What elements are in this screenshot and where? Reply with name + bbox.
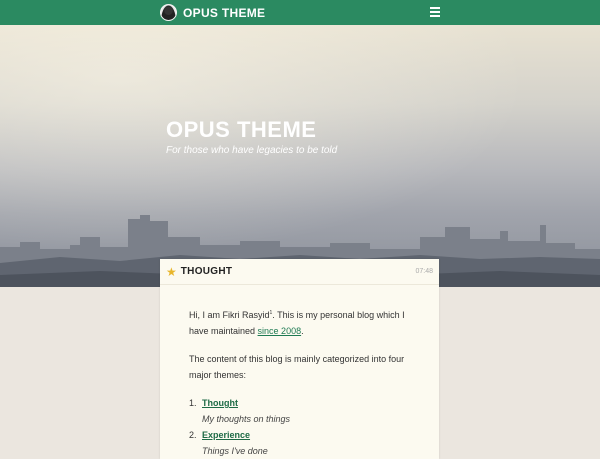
- list-number: 2.: [189, 430, 197, 440]
- star-icon: ★: [166, 264, 177, 279]
- post-card-header: ★ THOUGHT 07:48: [160, 259, 439, 285]
- avatar-icon: [160, 4, 177, 21]
- top-navigation-bar: OPUS THEME: [0, 0, 600, 25]
- themes-list: 1. Thought My thoughts on things 2. Expe…: [189, 395, 411, 459]
- site-brand-link[interactable]: OPUS THEME: [160, 4, 265, 21]
- theme-link-experience[interactable]: Experience: [202, 427, 250, 443]
- hero-banner: OPUS THEME For those who have legacies t…: [0, 25, 600, 287]
- intro-paragraph: Hi, I am Fikri Rasyid1. This is my perso…: [189, 305, 411, 339]
- theme-link-thought[interactable]: Thought: [202, 395, 238, 411]
- theme-description: My thoughts on things: [202, 414, 291, 424]
- intro-text: Hi, I am Fikri Rasyid: [189, 310, 270, 320]
- content-paragraph: The content of this blog is mainly categ…: [189, 354, 405, 380]
- since-2008-link[interactable]: since 2008: [258, 326, 302, 336]
- post-time[interactable]: 07:48: [415, 268, 433, 275]
- post-card: ★ THOUGHT 07:48 Hi, I am Fikri Rasyid1. …: [160, 259, 439, 459]
- list-item: 1. Thought: [189, 395, 411, 411]
- post-content: Hi, I am Fikri Rasyid1. This is my perso…: [160, 285, 439, 459]
- list-item: 2. Experience: [189, 427, 411, 443]
- post-category[interactable]: THOUGHT: [181, 266, 233, 277]
- hamburger-menu-icon[interactable]: [430, 7, 440, 17]
- intro-period: .: [301, 326, 304, 336]
- hero-title: OPUS THEME: [166, 117, 317, 142]
- theme-description: Things I've done: [202, 446, 268, 456]
- site-name: OPUS THEME: [183, 5, 266, 20]
- hero-subtitle: For those who have legacies to be told: [166, 145, 338, 156]
- list-number: 1.: [189, 398, 197, 408]
